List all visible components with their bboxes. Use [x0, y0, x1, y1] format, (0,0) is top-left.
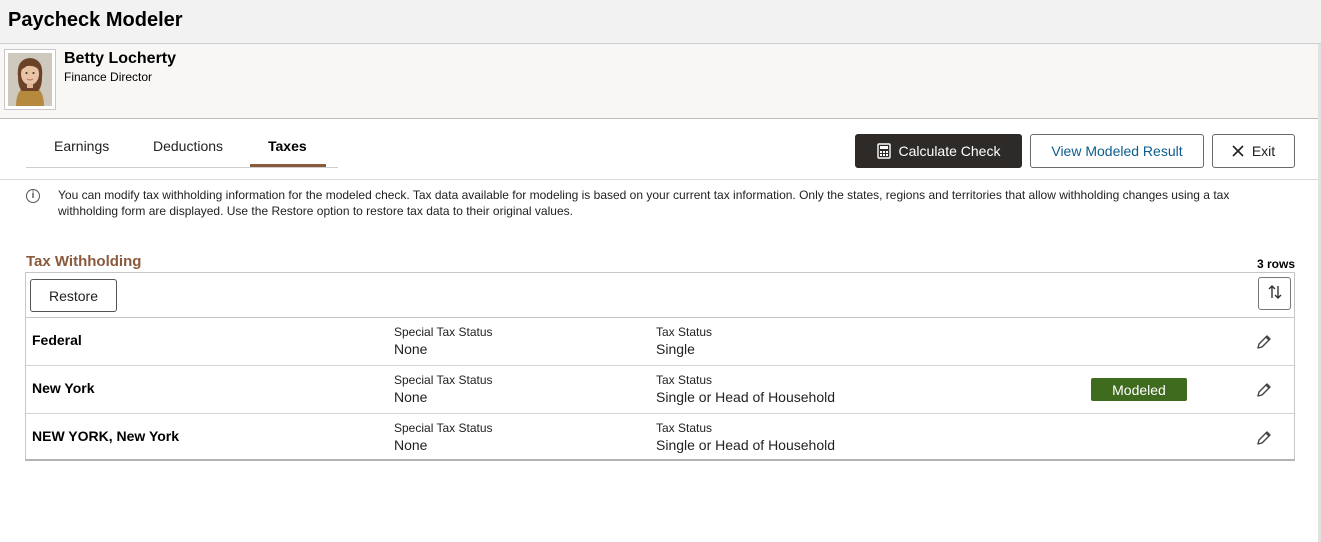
jurisdiction-name: NEW YORK, New York [32, 428, 180, 444]
close-icon [1232, 145, 1244, 157]
tax-status-value: Single or Head of Household [656, 389, 836, 405]
calculate-check-label: Calculate Check [898, 143, 1001, 159]
row-count: 3 rows [1256, 257, 1295, 271]
employee-header: Betty Locherty Finance Director [0, 44, 1318, 119]
calculate-check-button[interactable]: Calculate Check [855, 134, 1022, 168]
special-tax-status-label: Special Tax Status [394, 421, 493, 435]
special-tax-status-value: None [394, 389, 428, 405]
employee-title: Finance Director [64, 70, 153, 84]
special-tax-status-label: Special Tax Status [394, 373, 493, 387]
tax-status-label: Tax Status [656, 373, 713, 387]
table-row-federal[interactable]: Federal Special Tax Status None Tax Stat… [26, 318, 1294, 366]
special-tax-status-value: None [394, 341, 428, 357]
divider [0, 179, 1318, 180]
restore-button[interactable]: Restore [30, 279, 117, 312]
tax-status-label: Tax Status [656, 325, 713, 339]
calculator-icon [876, 143, 891, 159]
tax-status-label: Tax Status [656, 421, 713, 435]
tab-bar: Earnings Deductions Taxes [26, 128, 338, 168]
jurisdiction-name: Federal [32, 332, 82, 348]
sort-button[interactable] [1258, 277, 1291, 310]
pencil-icon[interactable] [1254, 428, 1274, 448]
tax-status-value: Single [656, 341, 695, 357]
tax-withholding-grid: Restore Federal Special Tax Status None … [25, 272, 1295, 461]
page-title: Paycheck Modeler [8, 9, 183, 31]
special-tax-status-value: None [394, 437, 428, 453]
tab-deductions[interactable]: Deductions [153, 138, 223, 154]
info-message: You can modify tax withholding informati… [58, 188, 1230, 218]
avatar [4, 49, 56, 110]
table-row-new-york-city[interactable]: NEW YORK, New York Special Tax Status No… [26, 414, 1294, 462]
tab-taxes[interactable]: Taxes [268, 138, 307, 154]
info-icon: i [26, 189, 40, 203]
exit-label: Exit [1251, 143, 1276, 159]
special-tax-status-label: Special Tax Status [394, 325, 493, 339]
jurisdiction-name: New York [32, 380, 95, 396]
tax-status-value: Single or Head of Household [656, 437, 836, 453]
tab-earnings[interactable]: Earnings [54, 138, 109, 154]
view-modeled-result-button[interactable]: View Modeled Result [1030, 134, 1204, 168]
sort-icon [1267, 284, 1283, 303]
pencil-icon[interactable] [1254, 332, 1274, 352]
modeled-badge: Modeled [1091, 378, 1187, 401]
grid-toolbar: Restore [26, 273, 1294, 318]
table-row-new-york[interactable]: New York Special Tax Status None Tax Sta… [26, 366, 1294, 414]
title-bar: Paycheck Modeler [0, 0, 1321, 44]
employee-name: Betty Locherty [64, 50, 177, 67]
pencil-icon[interactable] [1254, 380, 1274, 400]
view-modeled-result-label: View Modeled Result [1051, 143, 1183, 159]
active-tab-indicator [250, 164, 326, 167]
restore-label: Restore [48, 287, 99, 304]
section-title: Tax Withholding [26, 253, 142, 270]
exit-button[interactable]: Exit [1212, 134, 1295, 168]
employee-photo [8, 53, 52, 106]
